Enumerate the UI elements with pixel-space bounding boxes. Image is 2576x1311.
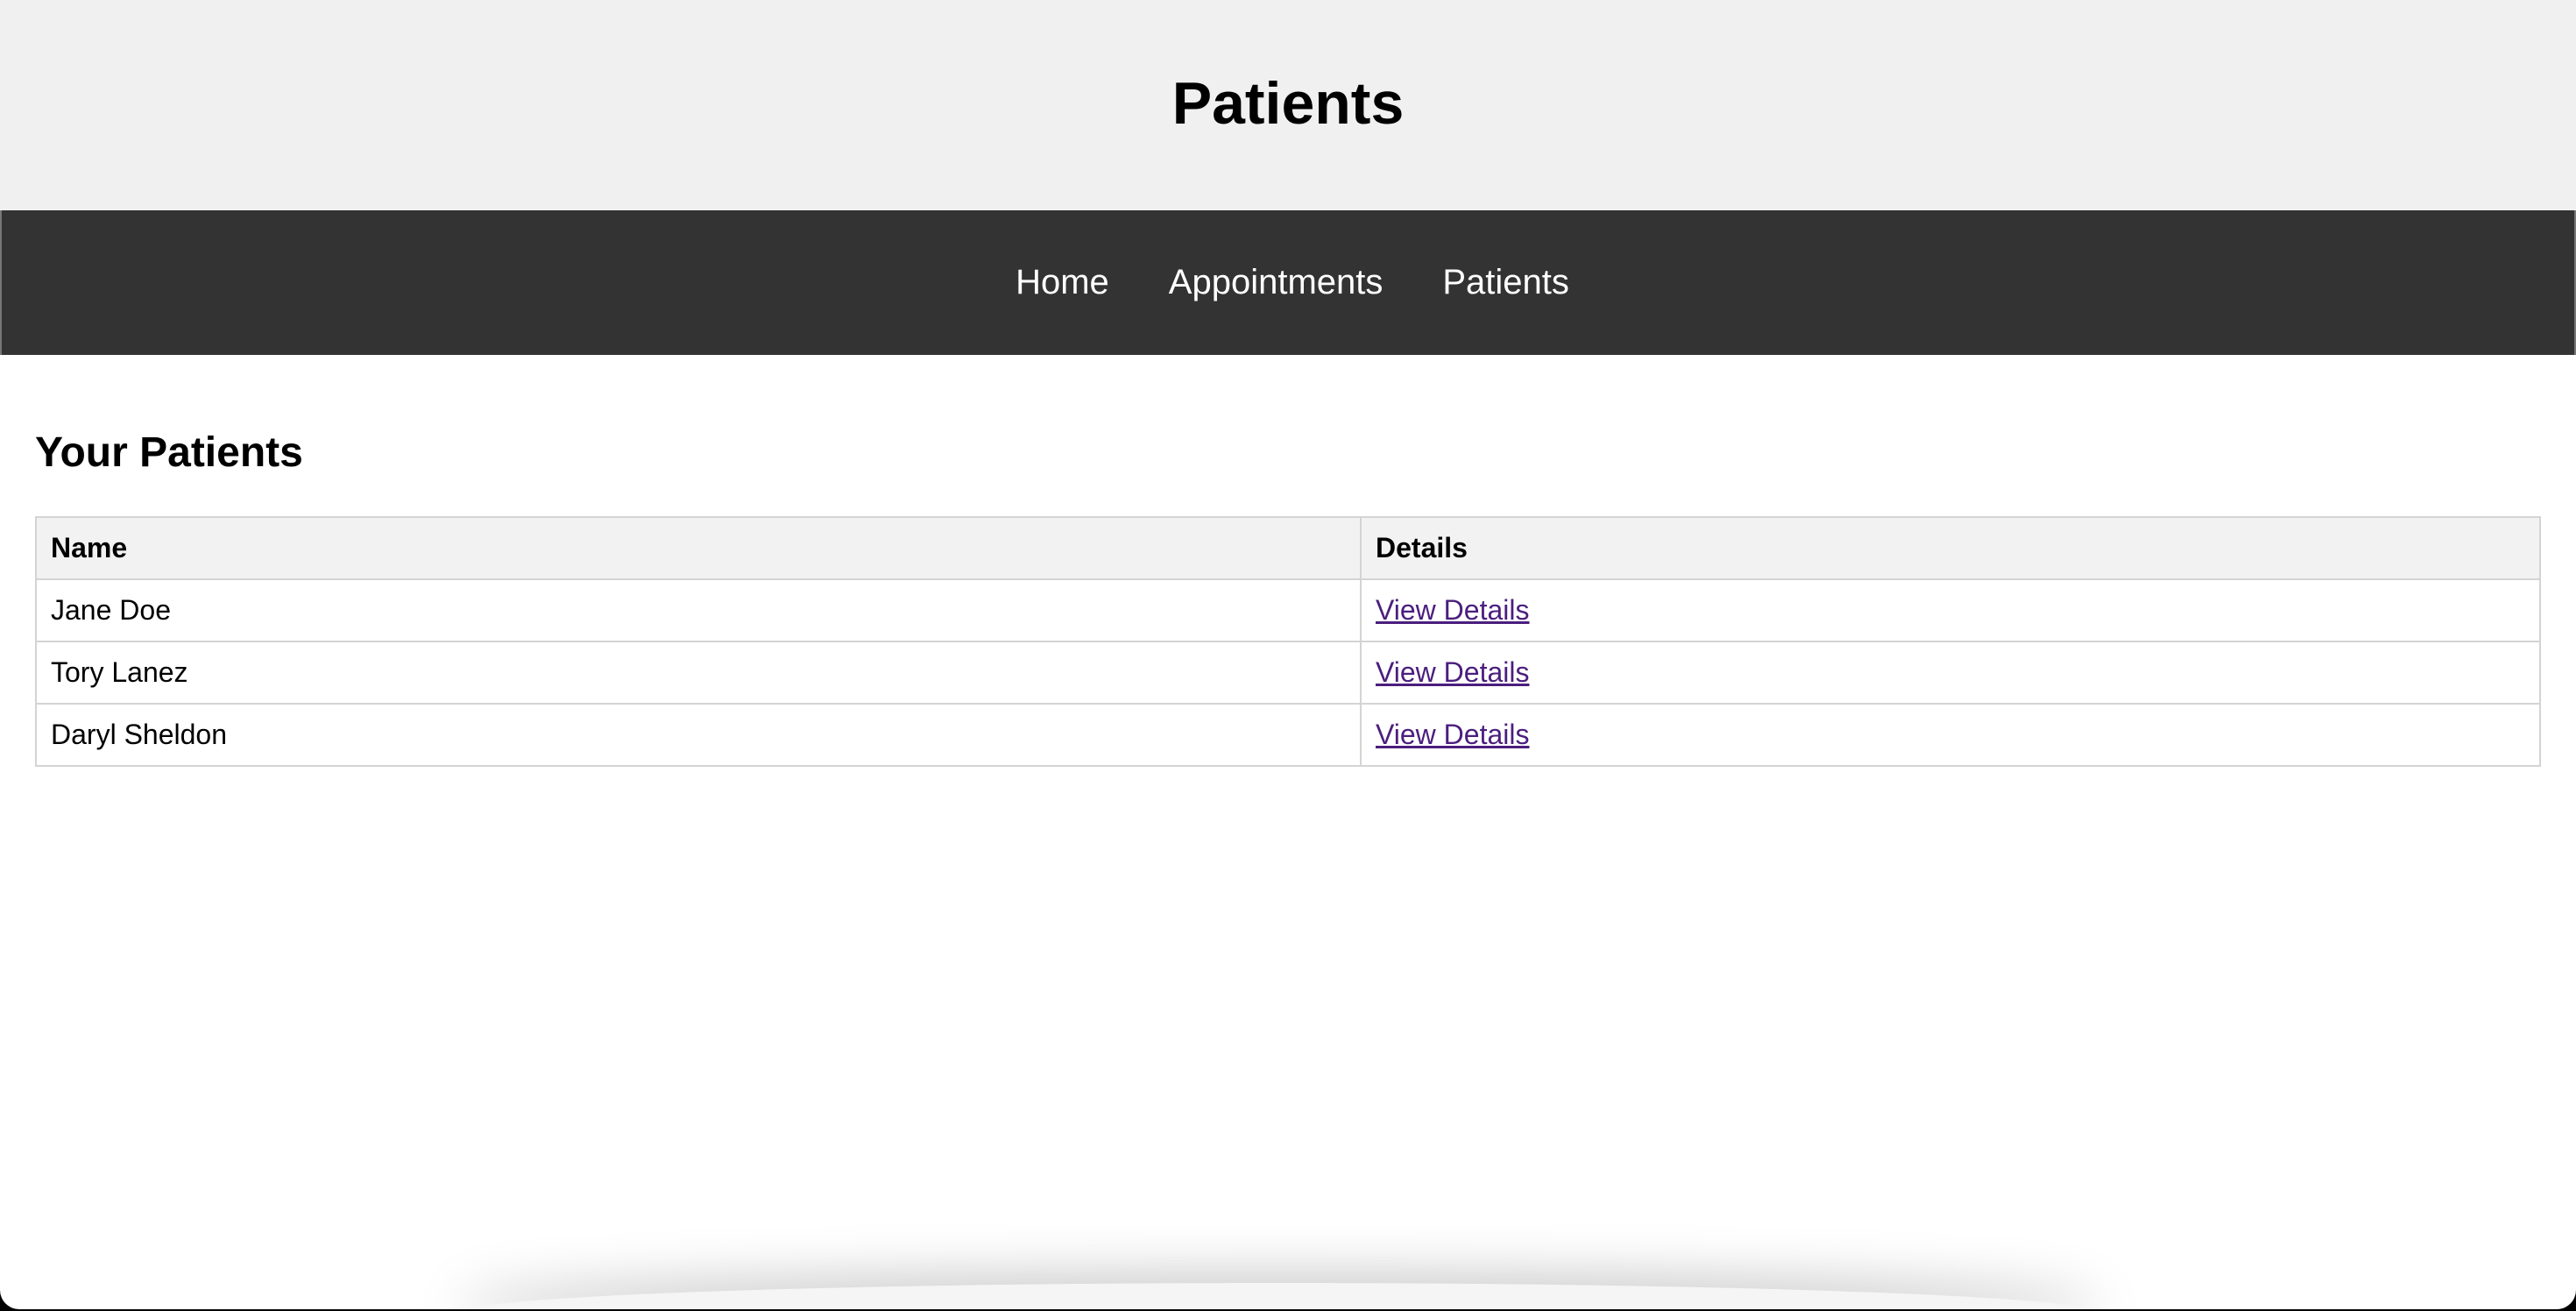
patient-name-cell: Daryl Sheldon [35,703,1362,767]
view-details-link[interactable]: View Details [1376,594,1529,626]
patient-name-cell: Tory Lanez [35,641,1362,705]
main-content: Your Patients Name Details Jane Doe View… [0,355,2576,767]
view-details-link[interactable]: View Details [1376,719,1529,750]
details-cell: View Details [1360,703,2541,767]
column-header-details: Details [1360,516,2541,580]
section-heading: Your Patients [35,429,303,476]
patient-name-cell: Jane Doe [35,578,1362,642]
nav-link-home[interactable]: Home [1016,263,1109,302]
browser-viewport: Patients Home Appointments Patients Your… [0,0,2576,1309]
column-header-name: Name [35,516,1362,580]
details-cell: View Details [1360,641,2541,705]
main-nav: Home Appointments Patients [0,210,2576,355]
view-details-link[interactable]: View Details [1376,656,1529,688]
page-header: Patients [0,0,2576,210]
nav-link-patients[interactable]: Patients [1442,263,1569,302]
table-row: Daryl Sheldon View Details [35,703,2541,767]
table-header-row: Name Details [35,516,2541,580]
patients-table: Name Details Jane Doe View Details Tory … [35,516,2541,767]
details-cell: View Details [1360,578,2541,642]
table-row: Tory Lanez View Details [35,641,2541,705]
nav-link-appointments[interactable]: Appointments [1169,263,1384,302]
dock-shadow [456,1283,2103,1309]
page-title: Patients [1171,70,1405,137]
table-row: Jane Doe View Details [35,578,2541,642]
